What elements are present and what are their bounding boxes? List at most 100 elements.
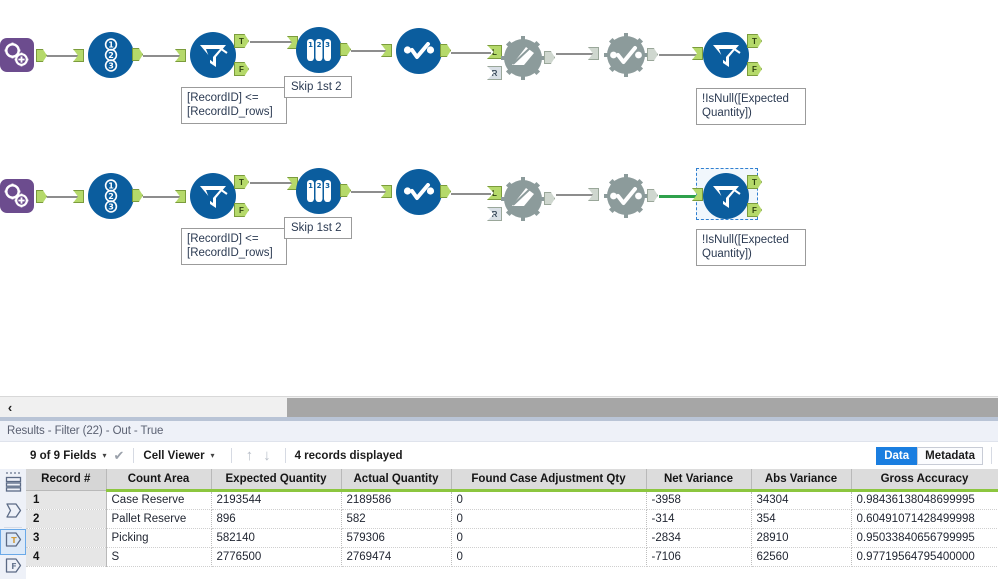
fields-selector-label[interactable]: 9 of 9 Fields (30, 450, 96, 462)
filter-tool[interactable]: T F (190, 173, 249, 219)
filter-false-anchor[interactable]: F (234, 203, 249, 217)
cell-expected-quantity[interactable]: 896 (211, 509, 342, 529)
sample-output-anchor[interactable] (340, 184, 351, 197)
sample-annotation[interactable]: Skip 1st 2 (284, 76, 352, 98)
formula-tool-disabled[interactable] (603, 32, 658, 78)
filter-annotation[interactable]: [RecordID] <= [RecordID_rows] (181, 228, 287, 265)
filter-true-anchor[interactable]: T (234, 175, 249, 189)
formula2-output-anchor[interactable] (647, 48, 658, 61)
formula-tool-disabled[interactable] (603, 173, 658, 219)
scrollbar-thumb[interactable] (287, 397, 998, 418)
column-header-actual-quantity[interactable]: Actual Quantity (341, 469, 452, 492)
cell-gross-accuracy[interactable]: 0.60491071428499998 (851, 509, 998, 529)
rail-item-true-output[interactable]: T (0, 529, 26, 555)
check-icon[interactable]: ✔ (113, 448, 124, 464)
cell-net-variance[interactable]: -2834 (646, 528, 752, 548)
filter2-annotation[interactable]: !IsNull([Expected Quantity]) (696, 88, 806, 125)
sample-annotation[interactable]: Skip 1st 2 (284, 217, 352, 239)
macro-tool[interactable] (0, 179, 47, 213)
formula-output-anchor[interactable] (440, 185, 451, 198)
filter-tool[interactable]: T F (190, 32, 249, 78)
table-row[interactable]: 1 Case Reserve 2193544 2189586 0 -3958 3… (26, 490, 998, 510)
column-header-count-area[interactable]: Count Area (106, 469, 212, 492)
cell-found-case-adjustment-qty[interactable]: 0 (451, 490, 647, 510)
tab-metadata[interactable]: Metadata (917, 446, 983, 465)
scroll-down-icon[interactable]: ↓ (258, 447, 276, 464)
cell-count-area[interactable]: S (106, 547, 212, 567)
join-output-anchor[interactable] (544, 192, 555, 205)
table-row[interactable]: 4 S 2776500 2769474 0 -7106 62560 0.9771… (26, 547, 998, 567)
cell-count-area[interactable]: Case Reserve (106, 490, 212, 510)
recordid-output-anchor[interactable] (132, 48, 143, 61)
cell-net-variance[interactable]: -314 (646, 509, 752, 529)
rail-item-false-output[interactable]: F (0, 555, 26, 579)
filter2-true-anchor[interactable]: T (747, 175, 762, 189)
macro-output-anchor[interactable] (36, 190, 47, 203)
cell-gross-accuracy[interactable]: 0.97719564795400000 (851, 547, 998, 567)
cell-viewer-label[interactable]: Cell Viewer (143, 450, 204, 462)
cell-record[interactable]: 1 (26, 490, 107, 510)
cell-expected-quantity[interactable]: 2193544 (211, 490, 342, 510)
cell-abs-variance[interactable]: 28910 (751, 528, 852, 548)
column-header-record[interactable]: Record # (26, 469, 107, 491)
cell-count-area[interactable]: Pallet Reserve (106, 509, 212, 529)
macro-tool[interactable] (0, 38, 47, 72)
cell-count-area[interactable]: Picking (106, 528, 212, 548)
column-header-abs-variance[interactable]: Abs Variance (751, 469, 852, 492)
canvas-horizontal-scrollbar[interactable]: ‹ (0, 396, 998, 419)
join-tool-disabled[interactable] (500, 176, 555, 222)
formula-output-anchor[interactable] (440, 44, 451, 57)
join-output-anchor[interactable] (544, 51, 555, 64)
column-header-net-variance[interactable]: Net Variance (646, 469, 752, 492)
filter-true-anchor[interactable]: T (234, 34, 249, 48)
column-header-gross-accuracy[interactable]: Gross Accuracy (851, 469, 998, 492)
macro-output-anchor[interactable] (36, 49, 47, 62)
column-header-found-case-adjustment-qty[interactable]: Found Case Adjustment Qty (451, 469, 647, 492)
cell-expected-quantity[interactable]: 582140 (211, 528, 342, 548)
cell-gross-accuracy[interactable]: 0.98436138048699995 (851, 490, 998, 510)
results-grid[interactable]: Record # Count Area Expected Quantity Ac… (26, 469, 998, 579)
cell-record[interactable]: 2 (26, 509, 107, 529)
scrollbar-track[interactable] (20, 396, 998, 419)
sample-tool[interactable]: 123 (296, 27, 351, 73)
cell-net-variance[interactable]: -3958 (646, 490, 752, 510)
cell-found-case-adjustment-qty[interactable]: 0 (451, 509, 647, 529)
recordid-output-anchor[interactable] (132, 189, 143, 202)
tab-data[interactable]: Data (876, 446, 918, 465)
filter2-false-anchor[interactable]: F (747, 203, 762, 217)
cell-abs-variance[interactable]: 34304 (751, 490, 852, 510)
filter-annotation[interactable]: [RecordID] <= [RecordID_rows] (181, 87, 287, 124)
sample-tool[interactable]: 123 (296, 168, 351, 214)
table-row[interactable]: 3 Picking 582140 579306 0 -2834 28910 0.… (26, 528, 998, 548)
filter2-annotation[interactable]: !IsNull([Expected Quantity]) (696, 229, 806, 266)
cell-record[interactable]: 4 (26, 547, 107, 567)
record-id-tool[interactable]: 1 23 (88, 32, 143, 78)
sample-output-anchor[interactable] (340, 43, 351, 56)
cell-found-case-adjustment-qty[interactable]: 0 (451, 547, 647, 567)
cell-gross-accuracy[interactable]: 0.95033840656799995 (851, 528, 998, 548)
formula-tool[interactable] (396, 28, 451, 74)
workflow-canvas[interactable]: 123 T F 1 2 3 L R T F [RecordID] <= [Rec… (0, 0, 998, 396)
cell-abs-variance[interactable]: 354 (751, 509, 852, 529)
cell-actual-quantity[interactable]: 2769474 (341, 547, 452, 567)
filter2-true-anchor[interactable]: T (747, 34, 762, 48)
formula-tool[interactable] (396, 169, 451, 215)
rail-item-records[interactable] (0, 474, 26, 500)
scroll-up-icon[interactable]: ↑ (241, 447, 259, 464)
cell-record[interactable]: 3 (26, 528, 107, 548)
formula2-output-anchor[interactable] (647, 189, 658, 202)
cell-actual-quantity[interactable]: 2189586 (341, 490, 452, 510)
filter-tool-2[interactable]: T F (703, 32, 762, 78)
cell-found-case-adjustment-qty[interactable]: 0 (451, 528, 647, 548)
filter-tool-2[interactable]: T F (703, 173, 762, 219)
chevron-down-icon[interactable]: ▾ (102, 451, 106, 460)
filter-false-anchor[interactable]: F (234, 62, 249, 76)
cell-actual-quantity[interactable]: 579306 (341, 528, 452, 548)
rail-item-output[interactable] (0, 500, 26, 526)
column-header-expected-quantity[interactable]: Expected Quantity (211, 469, 342, 492)
chevron-down-icon[interactable]: ▾ (211, 451, 215, 460)
cell-expected-quantity[interactable]: 2776500 (211, 547, 342, 567)
record-id-tool[interactable]: 1 23 (88, 173, 143, 219)
cell-actual-quantity[interactable]: 582 (341, 509, 452, 529)
cell-net-variance[interactable]: -7106 (646, 547, 752, 567)
